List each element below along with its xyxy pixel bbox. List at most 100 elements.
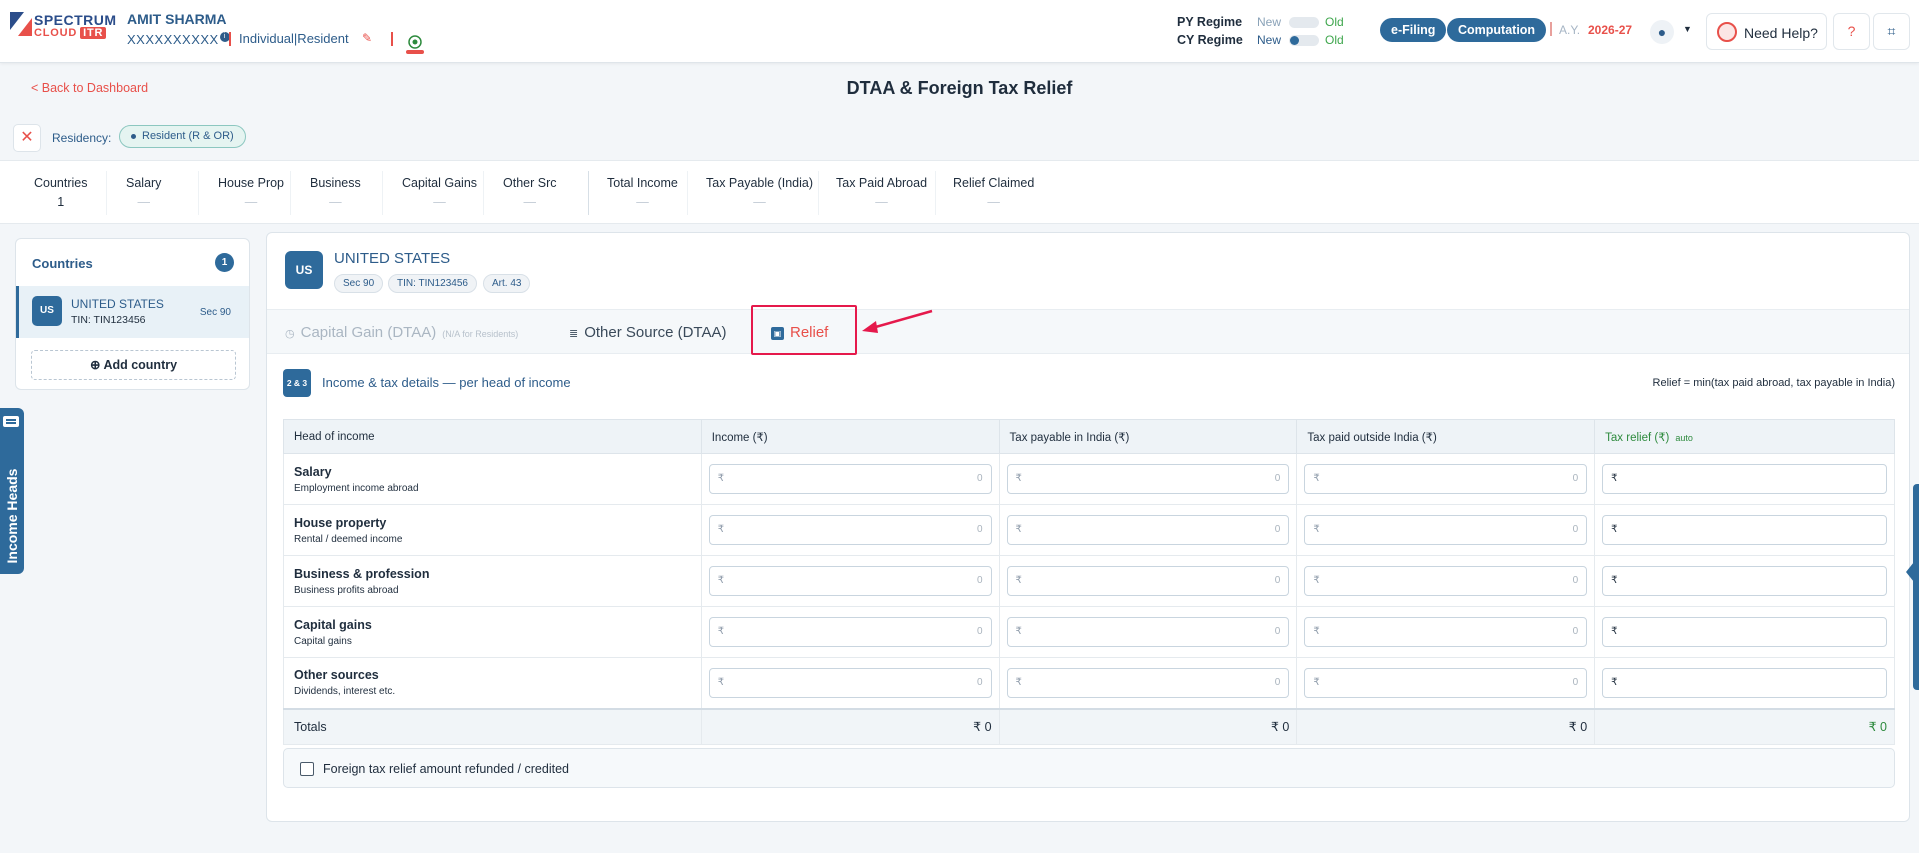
rupee-icon: ₹ xyxy=(1313,473,1320,484)
summary-tax-paid-abroad: Tax Paid Abroad — xyxy=(836,176,928,209)
countries-title: Countries xyxy=(32,256,93,271)
spectrum-logo[interactable]: SPECTRUM CLOUD ITR xyxy=(10,10,116,40)
user-type: Individual|Resident xyxy=(239,31,349,46)
back-to-dashboard-link[interactable]: < Back to Dashboard xyxy=(31,81,148,95)
tax-india-input-cell: ₹0 xyxy=(998,606,1298,658)
tax-relief-input[interactable]: ₹ xyxy=(1602,566,1887,596)
tax-india-input[interactable]: ₹0 xyxy=(1006,566,1290,596)
col-income: Income (₹) xyxy=(700,419,1000,454)
residency-badge[interactable]: Resident (R & OR) xyxy=(119,125,246,148)
rupee-icon: ₹ xyxy=(1015,473,1022,484)
amount-value: 0 xyxy=(976,524,983,535)
tax-relief-input-cell: ₹ xyxy=(1594,657,1895,709)
rupee-icon: ₹ xyxy=(1015,626,1022,637)
old-label: Old xyxy=(1325,33,1344,47)
summary-house-prop: House Prop — xyxy=(218,176,285,209)
tax-india-input[interactable]: ₹0 xyxy=(1006,667,1290,698)
summary-relief-claimed: Relief Claimed — xyxy=(953,176,1035,209)
summary-countries: Countries 1 xyxy=(34,176,88,209)
tax-india-input[interactable]: ₹0 xyxy=(1006,464,1290,494)
countries-panel: Countries 1 US UNITED STATES TIN: TIN123… xyxy=(15,238,250,390)
user-avatar-icon[interactable]: ● xyxy=(1650,20,1674,44)
cy-regime-toggle[interactable] xyxy=(1289,34,1319,46)
tax-abroad-input-cell: ₹0 xyxy=(1296,504,1596,556)
close-icon[interactable]: ✕ xyxy=(13,124,41,152)
income-heads-side-tab[interactable]: Income Heads xyxy=(0,408,24,574)
tax-relief-input-cell: ₹ xyxy=(1594,504,1895,556)
total-tax-india: ₹ 0 xyxy=(998,707,1298,745)
need-help-button[interactable]: Need Help? xyxy=(1706,13,1827,50)
country-item-us[interactable]: US UNITED STATES TIN: TIN123456 Sec 90 xyxy=(16,286,249,338)
user-name: AMIT SHARMA xyxy=(127,11,227,27)
chevron-down-icon[interactable]: ▼ xyxy=(1683,24,1692,34)
tax-abroad-input[interactable]: ₹0 xyxy=(1304,464,1588,494)
rupee-icon: ₹ xyxy=(1611,676,1618,688)
tax-relief-input[interactable]: ₹ xyxy=(1602,464,1887,494)
income-input[interactable]: ₹0 xyxy=(708,617,992,647)
head-title: Capital gains xyxy=(294,617,372,632)
summary-tax-payable-india: Tax Payable (India) — xyxy=(706,176,814,209)
tax-relief-input[interactable]: ₹ xyxy=(1602,617,1887,647)
col-tax-payable-india: Tax payable in India (₹) xyxy=(998,419,1298,454)
rupee-icon: ₹ xyxy=(1313,626,1320,637)
tax-abroad-input[interactable]: ₹0 xyxy=(1304,566,1588,596)
amount-value: 0 xyxy=(1572,524,1579,535)
scan-icon[interactable]: ⌗ xyxy=(1873,13,1910,50)
annotation-arrow-icon xyxy=(862,309,933,333)
computation-button[interactable]: Computation xyxy=(1447,18,1547,42)
refund-checkbox[interactable] xyxy=(300,762,314,776)
tax-india-input-cell: ₹0 xyxy=(998,453,1298,505)
app-header: SPECTRUM CLOUD ITR AMIT SHARMA XXXXXXXXXX… xyxy=(0,0,1919,63)
income-input[interactable]: ₹0 xyxy=(708,566,992,596)
efiling-button[interactable]: e-Filing xyxy=(1380,18,1447,42)
income-input[interactable]: ₹0 xyxy=(708,667,992,698)
old-label: Old xyxy=(1325,15,1344,29)
head-title: House property xyxy=(294,515,387,530)
chevron-left-icon[interactable] xyxy=(1906,562,1914,582)
income-input[interactable]: ₹0 xyxy=(708,515,992,545)
add-country-button[interactable]: ⊕ Add country xyxy=(31,350,236,380)
tabs-bar: ◷ Capital Gain (DTAA) (N/A for Residents) … xyxy=(267,309,1909,354)
refund-option: Foreign tax relief amount refunded / cre… xyxy=(283,748,1895,788)
income-heads-label: Income Heads xyxy=(4,468,20,564)
income-input[interactable]: ₹0 xyxy=(708,464,992,494)
tax-relief-input[interactable]: ₹ xyxy=(1602,515,1887,545)
emblem-icon xyxy=(406,35,424,54)
py-regime-toggle[interactable] xyxy=(1289,16,1319,28)
tab-capital-gain-dtaa[interactable]: ◷ Capital Gain (DTAA) (N/A for Residents) xyxy=(285,324,518,341)
country-name: UNITED STATES xyxy=(334,250,451,267)
tax-abroad-input-cell: ₹0 xyxy=(1296,453,1596,505)
tax-relief-input[interactable]: ₹ xyxy=(1602,667,1887,698)
tax-india-input[interactable]: ₹0 xyxy=(1006,617,1290,647)
tax-india-input-cell: ₹0 xyxy=(998,657,1298,709)
summary-capital-gains: Capital Gains — xyxy=(402,176,478,209)
head-of-income-cell: House property Rental / deemed income xyxy=(283,504,702,556)
tax-abroad-input[interactable]: ₹0 xyxy=(1304,667,1588,698)
tax-india-input[interactable]: ₹0 xyxy=(1006,515,1290,545)
tab-other-source-dtaa[interactable]: ≣ Other Source (DTAA) xyxy=(569,324,726,341)
tax-abroad-input-cell: ₹0 xyxy=(1296,606,1596,658)
tax-abroad-input[interactable]: ₹0 xyxy=(1304,515,1588,545)
refund-label: Foreign tax relief amount refunded / cre… xyxy=(323,762,569,776)
rupee-icon: ₹ xyxy=(1313,575,1320,586)
help-circle-icon[interactable]: ? xyxy=(1833,13,1870,50)
amount-value: 0 xyxy=(1274,676,1281,688)
right-panel-handle[interactable] xyxy=(1913,484,1919,690)
tax-relief-input-cell: ₹ xyxy=(1594,555,1895,607)
income-input-cell: ₹0 xyxy=(700,555,1000,607)
rupee-icon: ₹ xyxy=(1313,676,1320,688)
rupee-icon: ₹ xyxy=(1015,676,1022,688)
head-of-income-cell: Other sources Dividends, interest etc. xyxy=(283,657,702,709)
col-head-of-income: Head of income xyxy=(283,419,702,454)
summary-total-income: Total Income — xyxy=(607,176,678,209)
rupee-icon: ₹ xyxy=(1611,524,1618,535)
list-icon: ≣ xyxy=(569,328,579,340)
amount-value: 0 xyxy=(1572,626,1579,637)
drag-handle-icon[interactable] xyxy=(3,416,19,427)
edit-icon[interactable]: ✎ xyxy=(362,31,372,45)
tax-relief-input-cell: ₹ xyxy=(1594,606,1895,658)
tax-abroad-input[interactable]: ₹0 xyxy=(1304,617,1588,647)
head-of-income-cell: Capital gains Capital gains xyxy=(283,606,702,658)
ay-value[interactable]: 2026-27 xyxy=(1588,23,1632,37)
tax-india-input-cell: ₹0 xyxy=(998,504,1298,556)
